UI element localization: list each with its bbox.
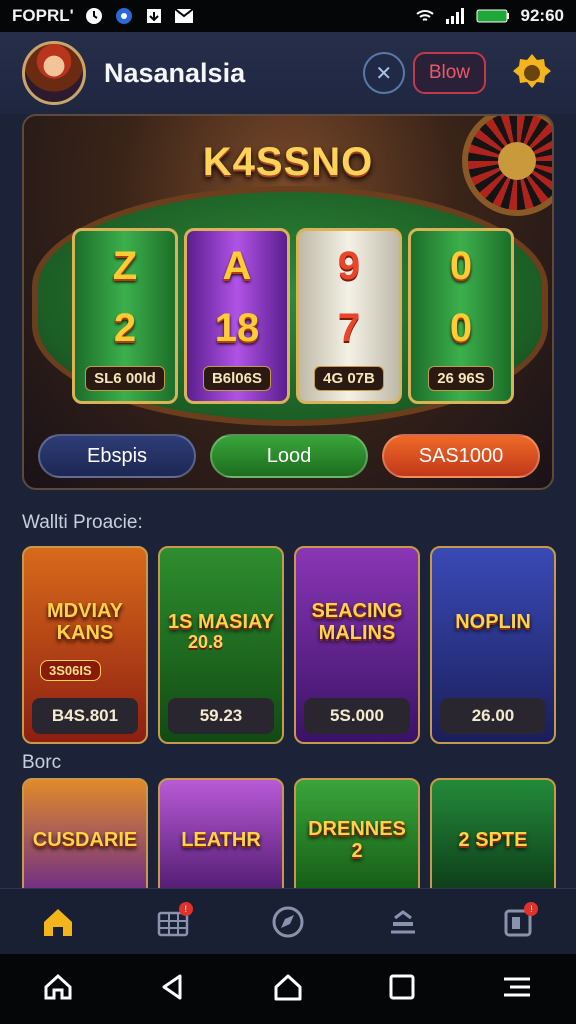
hero-banner[interactable]: K4SSNO Z 2 SL6 00ld A 18 B6l06S 9 7 4G 0… [22,114,554,490]
slot-reel: Z 2 SL6 00ld [72,228,178,404]
game-card-row: MDVIAY KANS B4S.801 1S MASIAY 59.23 SEAC… [22,546,556,744]
game-card[interactable]: DRENNES 2 [294,778,420,898]
avatar[interactable] [22,41,86,105]
reel-value: B6l06S [202,366,272,391]
reel-symbol: A [222,244,252,288]
game-card-art: DRENNES 2 [308,818,406,862]
game-card[interactable]: 2 SPTE [430,778,556,898]
system-nav-bar [0,954,576,1024]
mail-icon [174,6,194,26]
battery-icon [475,6,511,26]
blow-button[interactable]: Blow [412,52,486,94]
game-card-price: 26.00 [440,698,546,734]
reel-symbol: 2 [113,305,137,350]
game-card-art: LEATHR [181,829,261,851]
game-card-price: 59.23 [168,698,274,734]
notification-badge: ! [178,901,193,916]
settings-gear-icon[interactable] [510,51,554,95]
browser-icon [114,6,134,26]
hero-buttons: Ebspis Lood SAS1000 [38,434,540,478]
game-card-art: NOPLIN [455,611,531,633]
game-card-art: CUSDARIE [32,829,138,851]
reel-value: 26 96S [428,366,494,391]
reel-symbol: Z [112,244,138,288]
signal-icon [445,6,465,26]
game-card-art: 1S MASIAY [168,611,274,633]
game-card-art: 2 SPTE [458,829,528,851]
section-title: Borc [22,752,62,773]
menu-icon[interactable] [500,973,534,1006]
sas-button[interactable]: SAS1000 [382,434,540,478]
wifi-icon [415,6,435,26]
back-icon[interactable] [158,972,188,1007]
home-button-icon[interactable] [272,971,304,1008]
game-card[interactable]: MDVIAY KANS B4S.801 [22,546,148,744]
game-card[interactable]: NOPLIN 26.00 [430,546,556,744]
slot-reels: Z 2 SL6 00ld A 18 B6l06S 9 7 4G 07B 0 0 … [72,228,514,404]
game-card-row: CUSDARIE LEATHR DRENNES 2 2 SPTE [22,778,556,898]
notification-icon [84,6,104,26]
home-icon[interactable] [34,898,82,946]
bottom-nav: ! ! [0,888,576,954]
notification-badge: ! [524,901,539,916]
close-icon[interactable]: ✕ [362,52,405,94]
wallet-icon[interactable]: ! [494,898,542,946]
status-bar: FOPRL' 92:60 [0,0,576,32]
home-system-icon[interactable] [42,971,74,1008]
lood-button[interactable]: Lood [210,434,368,478]
section-title: Wallti Proacie: [22,512,143,533]
app-title: Nasanalsia [104,57,246,88]
reel-symbol: 9 [337,244,361,288]
game-card-subvalue: 20.8 [188,632,224,652]
carrier-label: FOPRL' [12,6,74,25]
game-card[interactable]: LEATHR [158,778,284,898]
recents-icon[interactable] [388,973,416,1006]
download-icon [144,6,164,26]
game-card-price: B4S.801 [32,698,138,734]
reel-symbol: 18 [214,305,260,350]
cashier-icon[interactable]: ! [149,898,197,946]
game-card-subvalue: 3S06IS [40,660,101,681]
compass-icon[interactable] [264,898,312,946]
game-card[interactable]: SEACING MALINS 5S.000 [294,546,420,744]
reel-symbol: 0 [449,305,473,350]
game-card-art: SEACING MALINS [311,600,403,644]
dealer-icon[interactable] [379,898,427,946]
reel-symbol: 0 [449,244,473,288]
reel-symbol: 7 [337,305,361,350]
hero-title: K4SSNO [202,140,374,184]
slot-reel: 0 0 26 96S [408,228,514,404]
game-card-price: 5S.000 [304,698,410,734]
reel-value: SL6 00ld [85,366,165,391]
slot-reel: A 18 B6l06S [184,228,290,404]
clock: 92:60 [520,6,564,25]
ebspis-button[interactable]: Ebspis [38,434,196,478]
game-card[interactable]: CUSDARIE [22,778,148,898]
slot-reel: 9 7 4G 07B [296,228,402,404]
app-header: Nasanalsia ✕ Blow [0,32,576,114]
reel-value: 4G 07B [314,366,384,391]
